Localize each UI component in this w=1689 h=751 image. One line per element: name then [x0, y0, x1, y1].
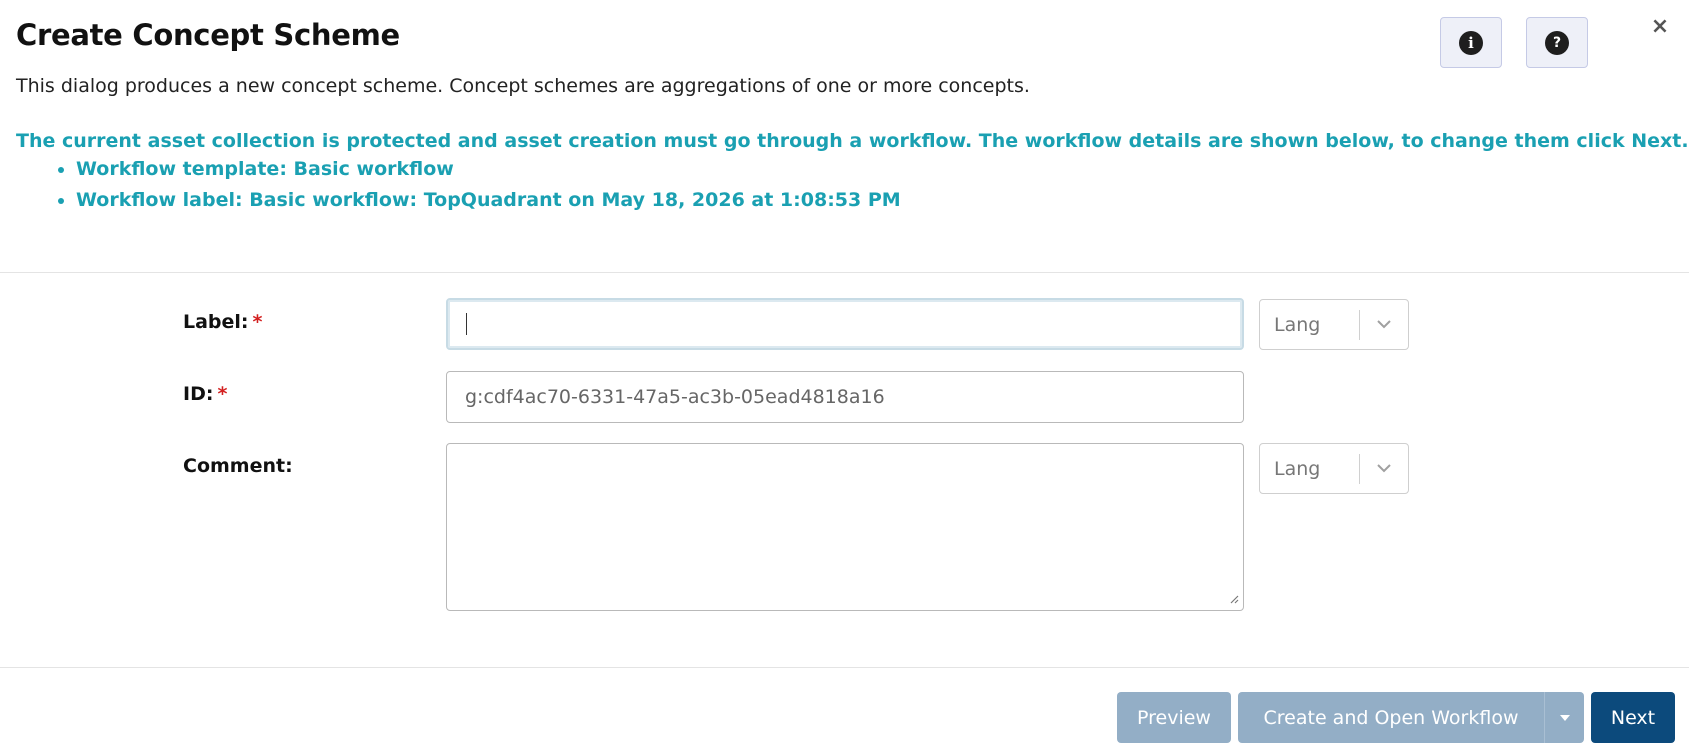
chevron-down-icon	[1360, 317, 1408, 333]
question-circle-icon: ?	[1545, 30, 1569, 55]
label-field-label: Label: *	[183, 311, 262, 333]
dialog-footer: Preview Create and Open Workflow Next	[1117, 692, 1675, 743]
required-mark: *	[252, 311, 263, 333]
header-divider	[0, 272, 1689, 273]
id-field-label: ID: *	[183, 383, 227, 405]
label-field-text: Label:	[183, 311, 249, 333]
label-input[interactable]	[446, 298, 1244, 350]
notice-message: The current asset collection is protecte…	[16, 130, 1689, 152]
create-dropdown-button[interactable]	[1544, 692, 1584, 743]
create-and-open-workflow-button[interactable]: Create and Open Workflow	[1238, 692, 1544, 743]
help-button[interactable]: ?	[1526, 17, 1588, 68]
top-actions: i ?	[1389, 17, 1689, 69]
id-field-text: ID:	[183, 383, 214, 405]
comment-field-label: Comment:	[183, 455, 293, 477]
notice-item-label: Workflow label: Basic workflow: TopQuadr…	[76, 189, 1689, 211]
label-lang-placeholder: Lang	[1274, 313, 1321, 336]
comment-textarea[interactable]	[446, 443, 1244, 611]
info-circle-icon: i	[1459, 30, 1483, 55]
notice-list: Workflow template: Basic workflow Workfl…	[16, 158, 1689, 211]
footer-divider	[0, 667, 1689, 668]
preview-button[interactable]: Preview	[1117, 692, 1231, 743]
close-icon[interactable]: ×	[1647, 14, 1673, 40]
resize-handle-icon[interactable]	[1229, 593, 1239, 607]
notice-item-template: Workflow template: Basic workflow	[76, 158, 1689, 180]
next-button[interactable]: Next	[1591, 692, 1675, 743]
caret-down-icon	[1559, 711, 1571, 725]
label-lang-select[interactable]: Lang	[1259, 299, 1409, 350]
chevron-down-icon	[1360, 461, 1408, 477]
workflow-notice: The current asset collection is protecte…	[16, 130, 1689, 220]
comment-lang-select[interactable]: Lang	[1259, 443, 1409, 494]
comment-lang-placeholder: Lang	[1274, 457, 1321, 480]
required-mark: *	[217, 383, 228, 405]
dialog-description: This dialog produces a new concept schem…	[16, 75, 1030, 97]
id-input-value: g:cdf4ac70-6331-47a5-ac3b-05ead4818a16	[465, 386, 885, 408]
create-split-button: Create and Open Workflow	[1238, 692, 1584, 743]
id-input[interactable]: g:cdf4ac70-6331-47a5-ac3b-05ead4818a16	[446, 371, 1244, 423]
info-button[interactable]: i	[1440, 17, 1502, 68]
text-caret	[466, 313, 467, 335]
